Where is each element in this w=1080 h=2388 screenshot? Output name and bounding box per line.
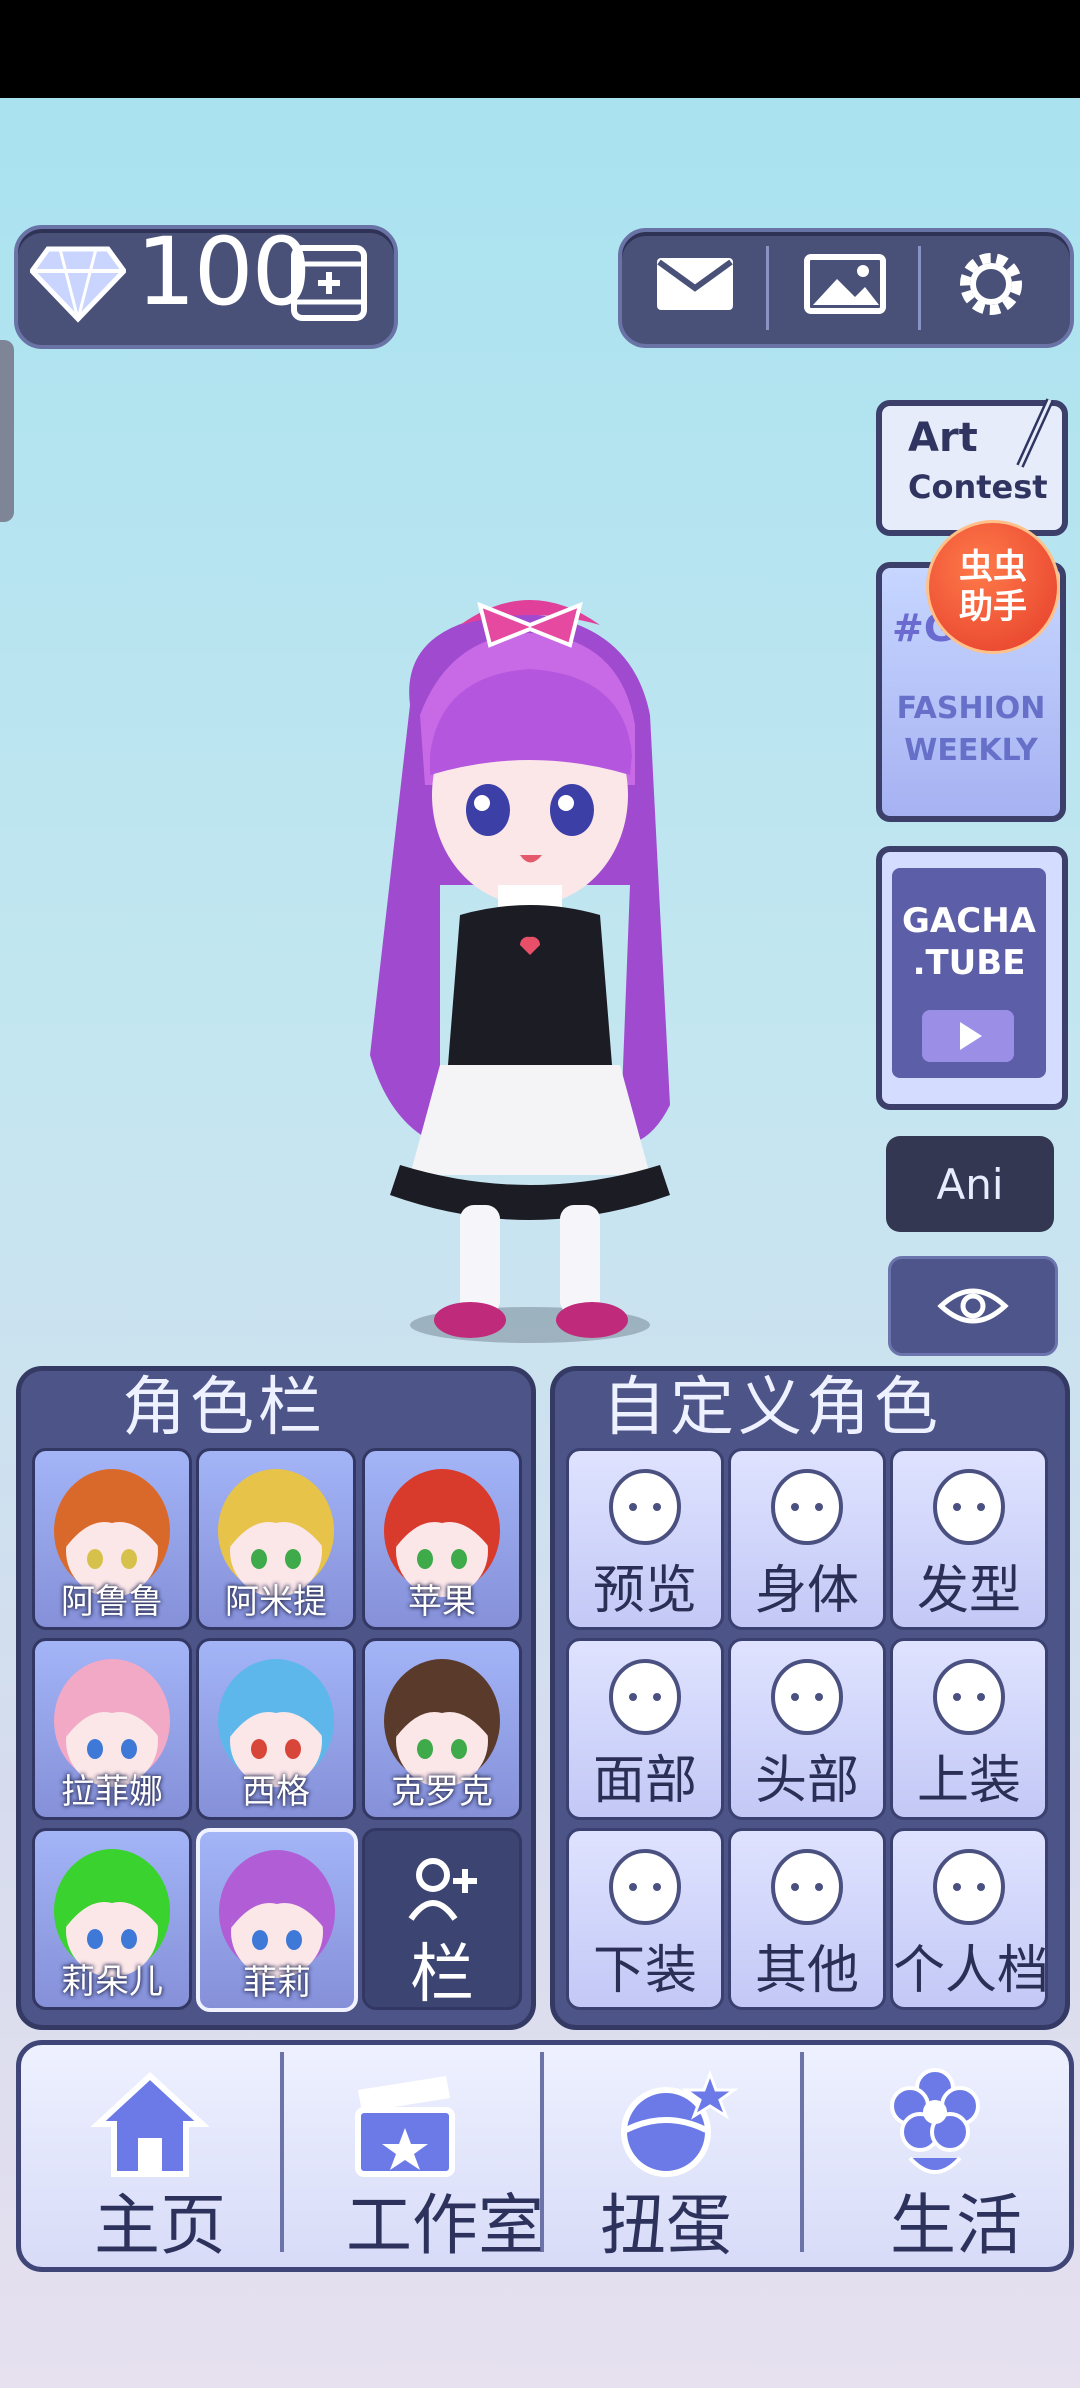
gacha-line1: GACHA — [902, 901, 1036, 941]
capsule-icon — [621, 2070, 739, 2177]
toolbar-divider — [918, 246, 921, 330]
character-slot[interactable]: 拉菲娜 — [32, 1638, 192, 1820]
status-bar — [0, 0, 1080, 98]
toolbar-divider — [766, 246, 769, 330]
customize-bottom-button[interactable]: 下装 — [566, 1828, 724, 2010]
nav-home-label: 主页 — [94, 2187, 226, 2264]
character-slot-label: 莉朵儿 — [61, 1962, 163, 2002]
pencil-icon — [1016, 398, 1054, 468]
nav-studio-label: 工作室 — [346, 2187, 544, 2264]
add-slot-label: 栏 — [410, 1938, 474, 2010]
side-drawer-handle[interactable] — [0, 340, 14, 522]
main-character[interactable] — [330, 585, 730, 1345]
eye-button[interactable] — [888, 1256, 1058, 1356]
add-user-icon — [408, 1858, 477, 1921]
nav-life[interactable]: 生活 — [810, 2060, 1060, 2264]
gallery-button[interactable] — [780, 236, 910, 332]
character-slot[interactable]: 莉朵儿 — [32, 1828, 192, 2010]
nav-divider — [280, 2052, 284, 2252]
customize-label: 下装 — [592, 1941, 697, 2001]
fashion-line1: FASHION — [896, 691, 1046, 726]
character-slot-label: 西格 — [242, 1772, 310, 1812]
badge-line2: 助手 — [959, 587, 1027, 627]
customize-label: 身体 — [754, 1561, 859, 1621]
customize-label: 面部 — [592, 1751, 697, 1811]
character-slot[interactable]: 阿鲁鲁 — [32, 1448, 192, 1630]
customize-hair-button[interactable]: 发型 — [890, 1448, 1048, 1630]
nav-gacha-label: 扭蛋 — [600, 2187, 732, 2264]
ani-button[interactable]: Ani — [886, 1136, 1054, 1232]
customize-face-button[interactable]: 面部 — [566, 1638, 724, 1820]
character-slot-label: 克罗克 — [391, 1772, 493, 1812]
gacha-line2: .TUBE — [912, 943, 1026, 983]
character-slot-label: 阿鲁鲁 — [61, 1582, 163, 1622]
customize-label: 预览 — [592, 1561, 697, 1621]
art-contest-line1: Art — [908, 415, 978, 461]
add-slot-button[interactable]: 栏 — [362, 1828, 522, 2010]
fashion-line2: WEEKLY — [904, 733, 1038, 768]
customize-top-button[interactable]: 上装 — [890, 1638, 1048, 1820]
mail-icon — [657, 258, 733, 310]
flower-icon — [890, 2068, 980, 2174]
nav-studio[interactable]: 工作室 — [290, 2060, 544, 2264]
character-slot-label: 拉菲娜 — [61, 1772, 163, 1812]
diamond-icon — [30, 246, 126, 323]
eye-icon — [937, 1288, 1009, 1324]
settings-button[interactable] — [926, 236, 1056, 332]
customize-label: 发型 — [916, 1561, 1021, 1621]
customize-other-button[interactable]: 其他 — [728, 1828, 886, 2010]
gallery-icon — [804, 254, 886, 314]
customize-body-button[interactable]: 身体 — [728, 1448, 886, 1630]
character-slot[interactable]: 菲莉 — [196, 1828, 358, 2012]
fashion-label: FASHION WEEKLY — [886, 688, 1056, 772]
nav-life-label: 生活 — [890, 2187, 1022, 2264]
gacha-tube-label: GACHA .TUBE — [892, 900, 1046, 984]
customize-panel-title: 自定义角色 — [602, 1371, 942, 1445]
customize-preview-button[interactable]: 预览 — [566, 1448, 724, 1630]
currency-count: 100 — [136, 218, 311, 327]
customize-head-button[interactable]: 头部 — [728, 1638, 886, 1820]
customize-profile-button[interactable]: 个人档 — [890, 1828, 1048, 2010]
play-icon — [922, 1010, 1014, 1062]
film-plus-icon[interactable] — [290, 244, 368, 322]
character-slot[interactable]: 苹果 — [362, 1448, 522, 1630]
nav-home[interactable]: 主页 — [40, 2060, 270, 2264]
character-slot[interactable]: 克罗克 — [362, 1638, 522, 1820]
character-slot-label: 苹果 — [408, 1582, 476, 1622]
clapperboard-icon — [355, 2076, 455, 2177]
house-icon — [90, 2071, 210, 2177]
character-panel-title: 角色栏 — [122, 1371, 326, 1445]
settings-icon — [960, 253, 1022, 315]
nav-divider — [800, 2052, 804, 2252]
customize-label: 头部 — [754, 1751, 859, 1811]
character-slot-label: 阿米提 — [225, 1582, 327, 1622]
character-slot-label: 菲莉 — [243, 1963, 311, 2003]
nav-gacha[interactable]: 扭蛋 — [550, 2060, 800, 2264]
character-slot[interactable]: 阿米提 — [196, 1448, 356, 1630]
customize-label: 上装 — [916, 1751, 1021, 1811]
helper-badge[interactable]: 虫虫 助手 — [926, 520, 1060, 654]
mail-button[interactable] — [630, 236, 760, 332]
customize-label: 其他 — [754, 1941, 859, 2001]
character-slot[interactable]: 西格 — [196, 1638, 356, 1820]
badge-line1: 虫虫 — [959, 547, 1027, 587]
customize-label: 个人档 — [893, 1941, 1048, 2001]
